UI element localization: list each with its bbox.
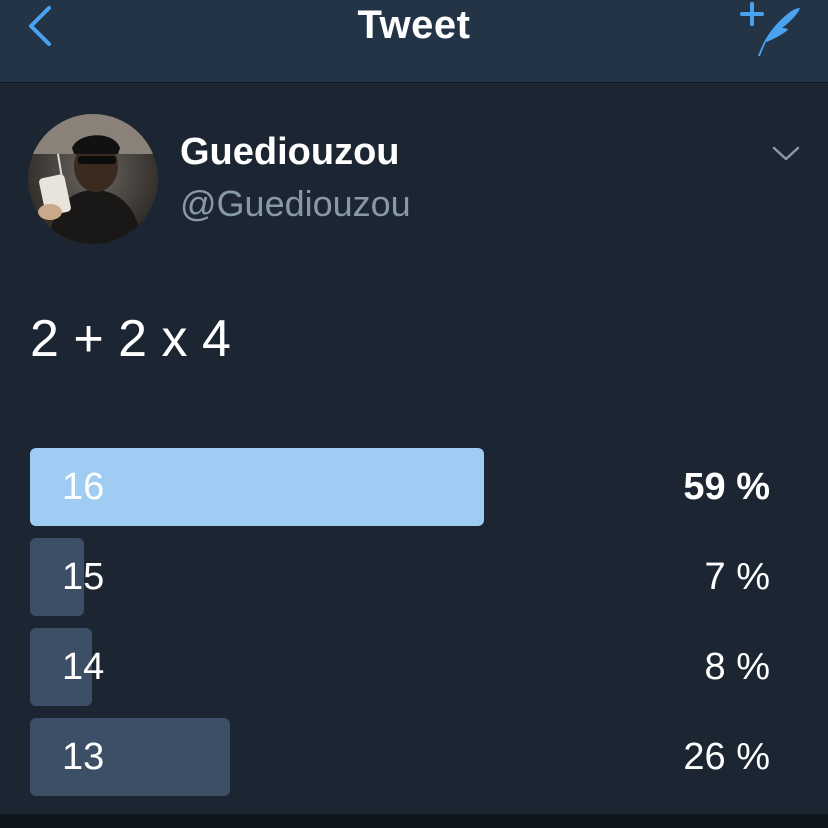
poll-option-percent: 59 %	[683, 466, 770, 508]
compose-tweet-button[interactable]	[728, 0, 808, 60]
poll-option-label: 16	[62, 466, 105, 508]
poll-bar	[30, 718, 230, 796]
tweet-options-button[interactable]	[764, 136, 808, 172]
author-handle: @Guediouzou	[180, 183, 411, 224]
chevron-down-icon	[772, 146, 800, 161]
bottom-divider	[0, 814, 828, 828]
poll: 16 59 % 15 7 % 14 8 % 13 26 %	[30, 448, 770, 808]
poll-option-label: 13	[62, 736, 105, 778]
poll-option-percent: 8 %	[704, 646, 770, 688]
poll-option-label: 15	[62, 556, 105, 598]
compose-quill-icon	[740, 2, 800, 56]
page-title: Tweet	[357, 3, 471, 47]
navigation-bar: Tweet	[0, 0, 828, 83]
avatar[interactable]	[28, 114, 158, 244]
poll-option[interactable]: 15 7 %	[30, 538, 770, 616]
poll-option-label: 14	[62, 646, 105, 688]
poll-option[interactable]: 13 26 %	[30, 718, 770, 796]
poll-option-percent: 26 %	[683, 736, 770, 778]
poll-option-percent: 7 %	[704, 556, 770, 598]
poll-option[interactable]: 14 8 %	[30, 628, 770, 706]
author-display-name[interactable]: Guediouzou	[180, 130, 400, 174]
poll-option[interactable]: 16 59 %	[30, 448, 770, 526]
tweet-text: 2 + 2 x 4	[30, 310, 231, 368]
